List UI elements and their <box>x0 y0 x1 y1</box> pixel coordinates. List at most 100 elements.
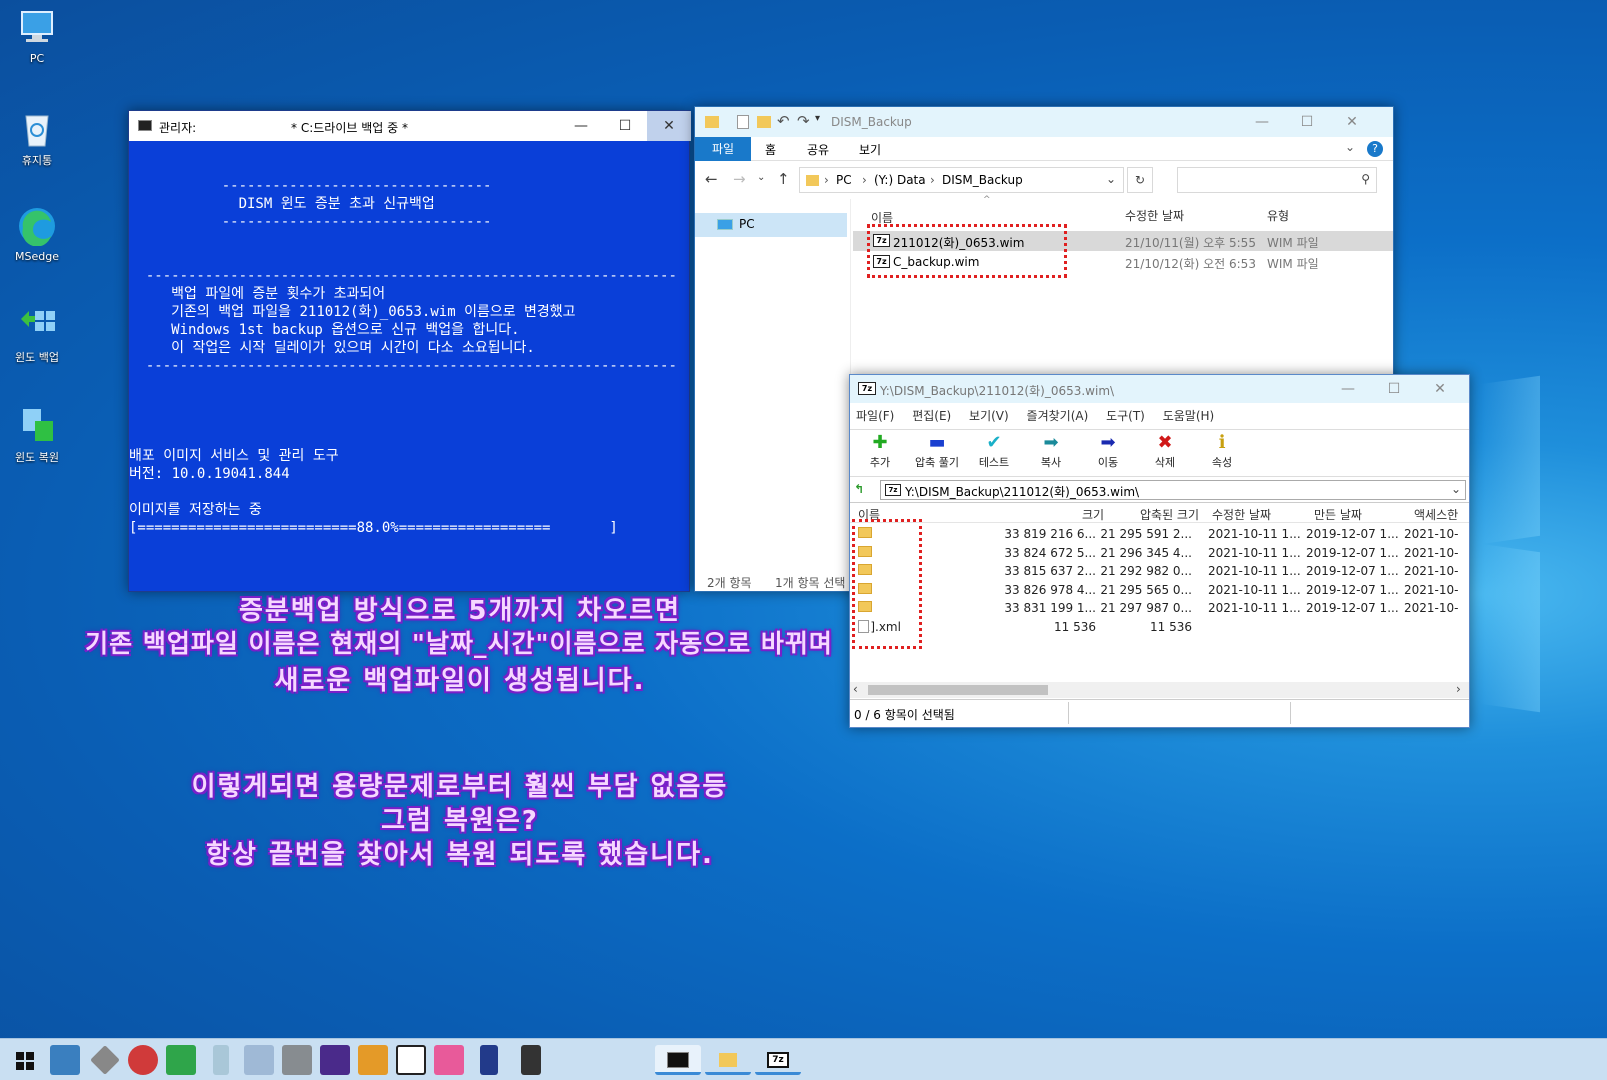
task-manager-icon[interactable] <box>50 1045 80 1075</box>
column-header-modified[interactable]: 수정한 날짜 <box>1212 506 1271 523</box>
column-header-created[interactable]: 만든 날짜 <box>1314 506 1362 523</box>
usb-icon[interactable] <box>213 1045 229 1075</box>
table-row[interactable]: 433 826 978 4...21 295 565 0...2021-10-1… <box>850 581 1470 600</box>
desktop-icon-pc[interactable]: PC <box>2 8 72 65</box>
search-input[interactable]: ⚲ <box>1177 167 1377 193</box>
toolbar-button-check[interactable]: ✔ 테스트 <box>966 432 1022 476</box>
refresh-icon[interactable]: ↻ <box>1127 167 1153 193</box>
transfer-icon[interactable] <box>358 1045 388 1075</box>
toolbar-button-move-arrow[interactable]: ➡ 이동 <box>1080 432 1136 476</box>
table-row[interactable]: 533 831 199 1...21 297 987 0...2021-10-1… <box>850 599 1470 618</box>
toolbar-button-plus[interactable]: ✚ 추가 <box>852 432 908 476</box>
tab-share[interactable]: 공유 <box>807 141 829 158</box>
chevron-down-icon[interactable]: ⌄ <box>1106 172 1116 186</box>
console-titlebar[interactable]: 관리자: * C:드라이브 백업 중 * — ☐ ✕ <box>129 111 691 141</box>
7zip-toolbar: ✚ 추가 ▬ 압축 풀기 ✔ 테스트 ➡ 복사 ➡ 이동 ✖ 삭제 ℹ 속성 <box>850 429 1469 477</box>
7zip-titlebar[interactable]: 7z Y:\DISM_Backup\211012(화)_0653.wim\ — … <box>850 375 1469 403</box>
recent-chevron-icon[interactable]: ⌄ <box>757 172 765 183</box>
maximize-button[interactable]: ☐ <box>1285 107 1329 137</box>
desktop-icon-label: 휴지통 <box>21 154 53 167</box>
chevron-down-icon[interactable]: ⌄ <box>1345 140 1355 154</box>
chevron-down-icon[interactable]: ▾ <box>815 113 820 124</box>
column-header-date[interactable]: 수정한 날짜 <box>1125 207 1184 224</box>
system-tools-icon[interactable] <box>244 1045 274 1075</box>
toolbar-button-minus[interactable]: ▬ 압축 풀기 <box>909 432 965 476</box>
table-row[interactable]: 233 824 672 5...21 296 345 4...2021-10-1… <box>850 544 1470 563</box>
menu-view[interactable]: 보기(V) <box>969 409 1009 423</box>
parent-folder-icon[interactable]: ↰ <box>854 482 870 498</box>
menu-favorites[interactable]: 즐겨찾기(A) <box>1027 409 1089 423</box>
help-icon[interactable]: ? <box>1367 141 1383 157</box>
undo-icon[interactable]: ↶ <box>777 112 790 130</box>
console-title-prefix: 관리자: <box>159 121 197 135</box>
address-bar[interactable]: › PC › (Y:) Data › DISM_Backup ⌄ <box>799 167 1124 193</box>
taskbar-explorer-button[interactable] <box>705 1045 751 1075</box>
forward-arrow-icon[interactable]: → <box>733 170 746 188</box>
minimize-button[interactable]: — <box>559 111 603 141</box>
sd-card-icon[interactable] <box>521 1045 541 1075</box>
table-row[interactable]: [1].xml 11 536 11 536 <box>850 618 1470 637</box>
column-header-packed[interactable]: 압축된 크기 <box>1140 506 1199 523</box>
table-row[interactable]: 133 819 216 6...21 295 591 2...2021-10-1… <box>850 525 1470 544</box>
cell-accessed: 2021-10- <box>1404 601 1459 615</box>
toolbar-label: 이동 <box>1097 456 1119 469</box>
column-header-type[interactable]: 유형 <box>1267 207 1289 224</box>
menu-tools[interactable]: 도구(T) <box>1106 409 1145 423</box>
annotation-line-5: 그럼 복원은? <box>381 806 539 836</box>
desktop-icon-msedge[interactable]: MSedge <box>2 206 72 263</box>
breadcrumb-folder[interactable]: DISM_Backup <box>942 173 1023 187</box>
taskbar-console-button[interactable] <box>655 1045 701 1075</box>
menu-help[interactable]: 도움말(H) <box>1163 409 1215 423</box>
close-button[interactable]: ✕ <box>1418 375 1462 403</box>
tab-home[interactable]: 홈 <box>765 141 776 158</box>
toolbar-button-copy-arrow[interactable]: ➡ 복사 <box>1023 432 1079 476</box>
column-header-size[interactable]: 크기 <box>1082 506 1104 523</box>
taskbar-7zip-button[interactable]: 7z <box>755 1045 801 1075</box>
tab-file[interactable]: 파일 <box>695 137 751 161</box>
7zip-window[interactable]: 7z Y:\DISM_Backup\211012(화)_0653.wim\ — … <box>849 374 1470 728</box>
breadcrumb-drive[interactable]: (Y:) Data <box>874 173 926 187</box>
shield-icon[interactable] <box>396 1045 426 1075</box>
scroll-thumb[interactable] <box>868 685 1048 695</box>
cell-size: 33 824 672 5... <box>1004 545 1096 560</box>
toolbar-button-delete-x[interactable]: ✖ 삭제 <box>1137 432 1193 476</box>
cell-size: 33 831 199 1... <box>1004 601 1096 615</box>
media-icon[interactable] <box>320 1045 350 1075</box>
minimize-button[interactable]: — <box>1240 107 1284 137</box>
column-header-accessed[interactable]: 액세스한 <box>1414 506 1458 523</box>
menu-file[interactable]: 파일(F) <box>856 409 894 423</box>
menu-edit[interactable]: 편집(E) <box>912 409 951 423</box>
back-arrow-icon[interactable]: ← <box>705 170 718 188</box>
path-combobox[interactable]: 7z Y:\DISM_Backup\211012(화)_0653.wim\ ⌄ <box>880 480 1466 500</box>
table-row[interactable]: 333 815 637 2...21 292 982 0...2021-10-1… <box>850 562 1470 581</box>
phone-icon[interactable] <box>480 1045 498 1075</box>
app-tiles-icon[interactable] <box>434 1045 464 1075</box>
horizontal-scrollbar[interactable]: ‹ › <box>850 682 1469 698</box>
tools-icon[interactable] <box>282 1045 312 1075</box>
maximize-button[interactable]: ☐ <box>1372 375 1416 403</box>
start-windows-icon[interactable] <box>10 1045 40 1075</box>
explorer-titlebar[interactable]: ↶ ↷ ▾ DISM_Backup — ☐ ✕ <box>695 107 1393 137</box>
breadcrumb-pc[interactable]: PC <box>836 173 852 187</box>
disk-tool-icon[interactable] <box>90 1045 120 1075</box>
tab-view[interactable]: 보기 <box>859 141 881 158</box>
console-window[interactable]: 관리자: * C:드라이브 백업 중 * — ☐ ✕ -------------… <box>128 110 691 592</box>
desktop-icon-backup[interactable]: 윈도 백업 <box>2 305 72 365</box>
close-button[interactable]: ✕ <box>647 111 691 141</box>
redo-icon[interactable]: ↷ <box>797 112 810 130</box>
maximize-button[interactable]: ☐ <box>603 111 647 141</box>
fs-tool-icon[interactable] <box>166 1045 196 1075</box>
desktop-icon-recycle-bin[interactable]: 휴지통 <box>2 108 72 168</box>
minimize-button[interactable]: — <box>1326 375 1370 403</box>
status-divider <box>1290 702 1291 724</box>
scroll-right-icon[interactable]: › <box>1456 682 1461 696</box>
nav-item-pc[interactable]: PC <box>695 213 847 237</box>
close-button[interactable]: ✕ <box>1330 107 1374 137</box>
partition-icon[interactable] <box>128 1045 158 1075</box>
desktop-icon-restore[interactable]: 윈도 복원 <box>2 405 72 465</box>
toolbar-button-info[interactable]: ℹ 속성 <box>1194 432 1250 476</box>
up-arrow-icon[interactable]: ↑ <box>777 170 790 188</box>
